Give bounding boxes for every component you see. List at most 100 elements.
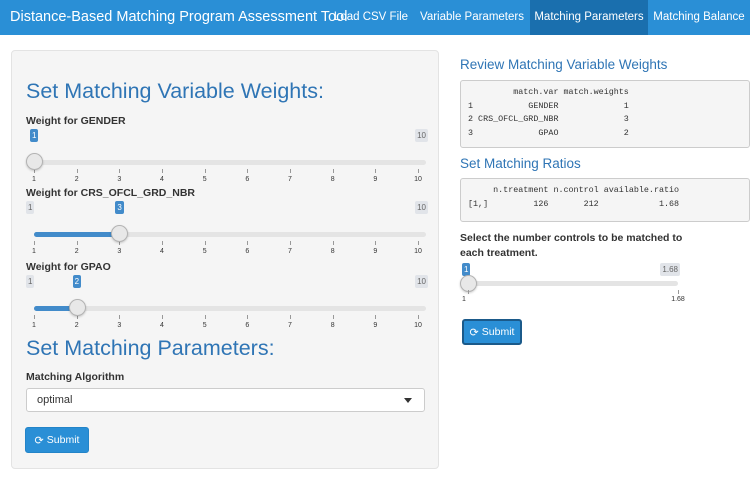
slider-tick	[162, 169, 163, 173]
slider-value-label: 1	[30, 129, 39, 142]
slider-max-label: 1.68	[660, 263, 680, 276]
slider-tick	[204, 315, 206, 319]
slider-tick	[204, 241, 206, 245]
slider-min-label: 1	[26, 275, 35, 288]
slider-tick-label: 6	[245, 176, 250, 183]
slider-tick-label: 8	[330, 322, 335, 329]
ratios-table-output: n.treatment n.control available.ratio [1…	[460, 178, 750, 222]
slider-tick-label: 3	[117, 322, 122, 329]
slider-label-crs-ofcl-grd-nbr: Weight for CRS_OFCL_GRD_NBR	[26, 187, 195, 199]
sidebar-panel: Set Matching Variable Weights: Weight fo…	[11, 50, 439, 469]
slider-value-label: 3	[115, 201, 124, 214]
slider-tick-label: 7	[288, 322, 292, 329]
chevron-down-icon	[404, 398, 412, 403]
slider-handle[interactable]	[68, 299, 86, 316]
slider-tick	[418, 315, 419, 319]
slider-tick-label: 8	[330, 176, 335, 183]
weights-heading: Set Matching Variable Weights:	[26, 79, 324, 103]
algorithm-select-value: optimal	[37, 394, 73, 406]
slider-tick	[119, 315, 121, 319]
slider-tick-label: 6	[245, 322, 250, 329]
slider-tick	[678, 290, 679, 294]
tab-matching-parameters[interactable]: Matching Parameters	[530, 0, 648, 35]
slider-tick	[247, 315, 249, 319]
weight-slider-gpao[interactable]: 1 2 3 4 5 6 7 8 9 10 1 10 2	[26, 275, 428, 335]
slider-tick-label: 4	[160, 248, 164, 255]
slider-tick	[204, 169, 206, 173]
slider-handle[interactable]	[111, 225, 129, 242]
slider-tick	[34, 315, 35, 319]
slider-tick	[290, 315, 291, 319]
slider-label-gpao: Weight for GPAO	[26, 261, 111, 273]
slider-tick-label: 1	[462, 296, 466, 303]
slider-tick-label: 1	[32, 248, 36, 255]
slider-tick-label: 1	[32, 322, 36, 329]
navbar: Distance-Based Matching Program Assessme…	[0, 0, 750, 35]
set-ratios-heading: Set Matching Ratios	[460, 156, 581, 171]
slider-tick-label: 7	[288, 176, 292, 183]
tab-variable-parameters[interactable]: Variable Parameters	[414, 0, 530, 35]
slider-track	[468, 281, 678, 286]
review-weights-heading: Review Matching Variable Weights	[460, 57, 668, 72]
slider-tick	[290, 241, 291, 245]
weight-slider-gender[interactable]: 1 2 3 4 5 6 7 8 9 10 10 1	[26, 129, 428, 189]
slider-tick-label: 10	[414, 176, 422, 183]
refresh-icon: ⟳	[34, 434, 44, 447]
slider-tick	[119, 169, 121, 173]
slider-tick-label: 2	[74, 248, 79, 255]
slider-tick	[332, 315, 334, 319]
slider-max-label: 10	[415, 275, 428, 288]
slider-tick-label: 5	[202, 248, 207, 255]
weights-table-output: match.var match.weights 1 GENDER 1 2 CRS…	[460, 80, 750, 148]
slider-tick-label: 2	[74, 176, 79, 183]
slider-handle[interactable]	[26, 153, 43, 170]
submit-label-left: Submit	[46, 434, 80, 446]
slider-tick	[418, 241, 419, 245]
slider-tick-label: 9	[373, 248, 378, 255]
slider-tick-label: 6	[245, 248, 250, 255]
slider-fill	[34, 232, 120, 237]
tab-matching-balance[interactable]: Matching Balance	[648, 0, 750, 35]
submit-button-left[interactable]: ⟳ Submit	[25, 427, 89, 453]
slider-tick-label: 7	[288, 248, 292, 255]
slider-tick	[76, 169, 78, 173]
slider-tick	[375, 241, 377, 245]
slider-tick	[375, 315, 377, 319]
slider-tick	[162, 315, 163, 319]
slider-tick	[332, 169, 334, 173]
algorithm-select[interactable]: optimal	[26, 388, 425, 412]
slider-tick	[247, 169, 249, 173]
slider-tick-label: 5	[202, 176, 207, 183]
slider-tick-label: 10	[414, 322, 422, 329]
slider-tick	[76, 241, 78, 245]
weight-slider-crs-ofcl-grd-nbr[interactable]: 1 2 3 4 5 6 7 8 9 10 1 10 3	[26, 201, 428, 261]
slider-tick-label: 3	[117, 176, 122, 183]
slider-max-label: 10	[415, 129, 428, 142]
slider-tick-label: 4	[160, 322, 164, 329]
slider-tick-label: 1.68	[671, 296, 685, 303]
slider-min-label: 1	[26, 201, 35, 214]
refresh-icon: ⟳	[469, 326, 479, 339]
tab-load-csv-file[interactable]: Load CSV File	[328, 0, 414, 35]
slider-tick-label: 9	[373, 176, 378, 183]
slider-tick-label: 5	[202, 322, 207, 329]
slider-tick-label: 1	[32, 176, 36, 183]
controls-ratio-slider[interactable]: 1 1.68 1 1.68	[460, 263, 685, 307]
slider-tick	[375, 169, 377, 173]
submit-label-right: Submit	[481, 326, 515, 338]
slider-tick-label: 2	[74, 322, 79, 329]
slider-tick	[290, 169, 291, 173]
app-title: Distance-Based Matching Program Assessme…	[10, 9, 348, 25]
slider-tick-label: 9	[373, 322, 378, 329]
slider-track	[34, 160, 426, 165]
slider-tick	[332, 241, 334, 245]
slider-tick	[162, 241, 163, 245]
slider-tick	[247, 241, 249, 245]
slider-tick-label: 8	[330, 248, 335, 255]
slider-tick-label: 10	[414, 248, 422, 255]
params-heading: Set Matching Parameters:	[26, 336, 275, 360]
controls-ratio-label: Select the number controls to be matched…	[460, 232, 683, 259]
submit-button-right[interactable]: ⟳ Submit	[462, 319, 522, 345]
algorithm-label: Matching Algorithm	[26, 371, 125, 383]
slider-tick	[468, 290, 469, 294]
